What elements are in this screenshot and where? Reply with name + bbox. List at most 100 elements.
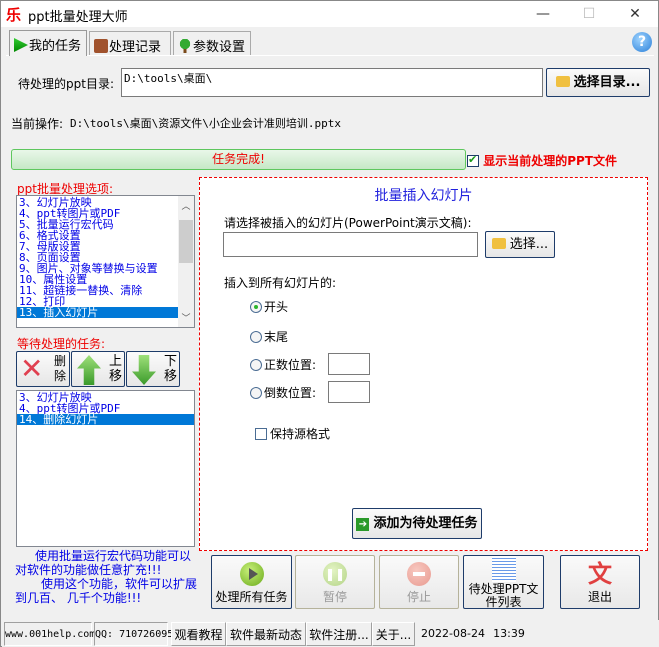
up-label: 上移 bbox=[109, 354, 123, 384]
dir-input[interactable]: D:\tools\桌面\ bbox=[121, 68, 543, 97]
info-line-2: 使用这个功能，软件可以扩展到几百、 几千个功能!!! bbox=[15, 577, 198, 605]
tab-history[interactable]: 处理记录 bbox=[89, 31, 171, 55]
radio-label: 开头 bbox=[264, 300, 289, 314]
radio-icon bbox=[250, 359, 262, 371]
progress-bar: 任务完成! bbox=[11, 149, 466, 170]
radio-icon bbox=[250, 301, 262, 313]
briefcase-icon bbox=[94, 39, 108, 53]
play-icon bbox=[14, 38, 28, 52]
radio-icon bbox=[250, 387, 262, 399]
forward-position-input[interactable] bbox=[328, 353, 370, 375]
register-button[interactable]: 软件注册... bbox=[306, 622, 372, 646]
tab-label: 参数设置 bbox=[193, 40, 246, 55]
folder-icon bbox=[555, 76, 570, 87]
choose-file-button[interactable]: 选择... bbox=[485, 231, 555, 258]
qq-number: QQ: 710726095 bbox=[94, 622, 173, 646]
current-op-value: D:\tools\桌面\资源文件\小企业会计准则培训.pptx bbox=[70, 117, 341, 130]
news-button[interactable]: 软件最新动态 bbox=[226, 622, 306, 646]
website-link[interactable]: www.001help.com bbox=[4, 622, 95, 646]
pause-label: 暂停 bbox=[322, 590, 347, 604]
scroll-up-icon[interactable]: ︿ bbox=[178, 199, 194, 212]
status-bar: www.001help.com QQ: 710726095 观看教程 软件最新动… bbox=[2, 620, 659, 647]
play-circle-icon bbox=[239, 562, 264, 586]
down-label: 下移 bbox=[164, 354, 178, 384]
slide-file-input[interactable] bbox=[223, 232, 478, 257]
stop-label: 停止 bbox=[406, 590, 431, 604]
file-list-button[interactable]: 待处理PPT文件列表 bbox=[463, 555, 544, 609]
insert-slides-panel: 批量插入幻灯片 请选择被插入的幻灯片(PowerPoint演示文稿): 选择..… bbox=[199, 177, 648, 551]
checkbox-icon bbox=[467, 153, 479, 167]
title-bar: 乐 ppt批量处理大师 — ☐ ✕ bbox=[1, 1, 658, 27]
radio-start[interactable]: 开头 bbox=[250, 298, 288, 315]
help-icon[interactable]: ? bbox=[632, 32, 652, 52]
radio-label: 倒数位置: bbox=[264, 386, 317, 400]
options-scrollbar[interactable]: ︿ ﹀ bbox=[178, 196, 194, 327]
add-task-button[interactable]: ➔ 添加为待处理任务 bbox=[352, 508, 482, 539]
main-window: 乐 ppt批量处理大师 — ☐ ✕ 我的任务 处理记录 参数设置 ? 待处理的p… bbox=[0, 0, 659, 647]
panel-title: 批量插入幻灯片 bbox=[374, 188, 473, 204]
delete-task-button[interactable]: ✕ 删除 bbox=[16, 351, 70, 387]
list-item[interactable]: 14、删除幻灯片 bbox=[17, 414, 194, 425]
tutorial-button[interactable]: 观看教程 bbox=[171, 622, 226, 646]
arrow-down-icon bbox=[132, 355, 156, 385]
list-icon bbox=[491, 556, 516, 582]
tab-label: 处理记录 bbox=[109, 40, 162, 55]
options-list[interactable]: 3、幻灯片放映 4、ppt转图片或PDF 5、批量运行宏代码 6、格式设置 7、母版设置… bbox=[16, 195, 195, 328]
move-down-button[interactable]: 下移 bbox=[126, 351, 180, 387]
tab-my-tasks[interactable]: 我的任务 bbox=[9, 30, 87, 56]
choose-file-label: 选择... bbox=[509, 237, 549, 252]
window-title: ppt批量处理大师 bbox=[28, 10, 128, 25]
arrow-right-icon: ➔ bbox=[356, 518, 370, 531]
info-text: 使用批量运行宏代码功能可以对软件的功能做任意扩充!!! 使用这个功能，软件可以扩… bbox=[15, 549, 200, 605]
minimize-button[interactable]: — bbox=[520, 1, 566, 27]
exit-button[interactable]: 文 退出 bbox=[560, 555, 640, 609]
radio-end[interactable]: 末尾 bbox=[250, 328, 288, 345]
radio-icon bbox=[250, 331, 262, 343]
choose-dir-button[interactable]: 选择目录... bbox=[546, 68, 650, 97]
radio-forward-position[interactable]: 正数位置: bbox=[250, 356, 316, 373]
run-all-label: 处理所有任务 bbox=[215, 590, 288, 604]
show-current-checkbox[interactable]: 显示当前处理的PPT文件 bbox=[467, 152, 617, 169]
run-all-button[interactable]: 处理所有任务 bbox=[211, 555, 292, 609]
checkbox-icon bbox=[255, 428, 267, 440]
dir-label: 待处理的ppt目录: bbox=[18, 77, 114, 91]
tree-icon bbox=[178, 39, 192, 53]
show-current-label: 显示当前处理的PPT文件 bbox=[483, 154, 617, 168]
keep-format-label: 保持源格式 bbox=[270, 427, 331, 441]
exit-running-man-icon: 文 bbox=[588, 560, 612, 588]
list-item[interactable]: 13、插入幻灯片 bbox=[17, 307, 179, 318]
pause-button[interactable]: ❚❚ 暂停 bbox=[295, 555, 375, 609]
status-date: 2022-08-24 bbox=[421, 627, 485, 640]
file-list-label: 待处理PPT文件列表 bbox=[468, 582, 539, 609]
radio-label: 末尾 bbox=[264, 330, 289, 344]
about-button[interactable]: 关于... bbox=[372, 622, 415, 646]
pending-list[interactable]: 3、幻灯片放映 4、ppt转图片或PDF 14、删除幻灯片 bbox=[16, 390, 195, 547]
choose-dir-label: 选择目录... bbox=[573, 75, 641, 90]
scroll-down-icon[interactable]: ﹀ bbox=[178, 311, 194, 324]
info-line-1: 使用批量运行宏代码功能可以对软件的功能做任意扩充!!! bbox=[15, 549, 192, 577]
tab-settings[interactable]: 参数设置 bbox=[173, 31, 251, 55]
stop-button[interactable]: 停止 bbox=[379, 555, 459, 609]
x-icon: ✕ bbox=[20, 352, 44, 385]
pause-icon: ❚❚ bbox=[323, 562, 347, 586]
current-op-label: 当前操作: bbox=[11, 117, 64, 131]
app-logo-icon: 乐 bbox=[6, 6, 22, 24]
stop-icon bbox=[407, 562, 431, 586]
delete-label: 删除 bbox=[54, 354, 67, 383]
close-button[interactable]: ✕ bbox=[612, 1, 658, 27]
arrow-up-icon bbox=[77, 355, 101, 385]
backward-position-input[interactable] bbox=[328, 381, 370, 403]
file-label: 请选择被插入的幻灯片(PowerPoint演示文稿): bbox=[224, 216, 472, 230]
exit-label: 退出 bbox=[587, 590, 612, 604]
scroll-thumb[interactable] bbox=[179, 220, 193, 263]
tab-label: 我的任务 bbox=[29, 39, 82, 54]
keep-format-checkbox[interactable]: 保持源格式 bbox=[255, 425, 330, 442]
radio-label: 正数位置: bbox=[264, 358, 317, 372]
maximize-button[interactable]: ☐ bbox=[566, 1, 612, 27]
add-task-label: 添加为待处理任务 bbox=[373, 516, 478, 531]
move-up-button[interactable]: 上移 bbox=[71, 351, 125, 387]
radio-backward-position[interactable]: 倒数位置: bbox=[250, 384, 316, 401]
folder-icon bbox=[491, 238, 506, 249]
tab-divider bbox=[6, 55, 654, 56]
status-time: 13:39 bbox=[493, 627, 525, 640]
